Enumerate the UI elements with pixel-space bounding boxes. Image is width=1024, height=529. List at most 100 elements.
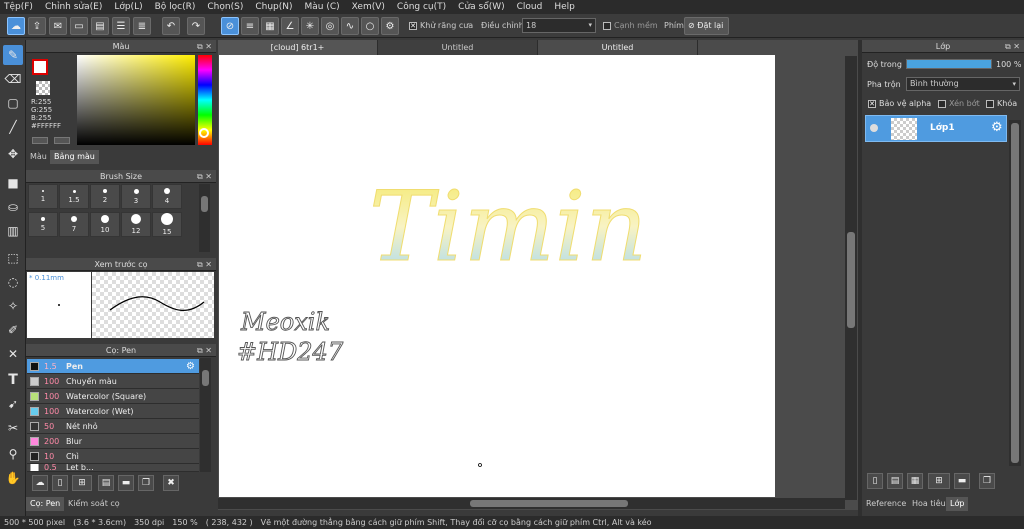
menu-edit[interactable]: Chỉnh sửa(E) bbox=[45, 2, 102, 12]
parallel-snap-icon[interactable]: ≡ bbox=[241, 17, 259, 35]
antialias-toggle[interactable]: ✕ Khử răng cưa bbox=[409, 21, 473, 30]
soft-edge-toggle[interactable]: Cạnh mềm bbox=[603, 21, 658, 30]
export-icon[interactable]: ⇪ bbox=[28, 17, 46, 35]
brush-size-option[interactable]: 3 bbox=[121, 184, 151, 209]
brush-size-option[interactable]: 15 bbox=[152, 212, 182, 237]
settings-snap-icon[interactable]: ⚙ bbox=[381, 17, 399, 35]
folder-icon[interactable]: ▬ bbox=[118, 475, 134, 491]
new-layer-icon[interactable]: ▯ bbox=[867, 473, 883, 489]
menu-tools[interactable]: Công cụ(T) bbox=[397, 2, 446, 12]
background-color-swatch[interactable] bbox=[36, 81, 50, 95]
lock-toggle[interactable]: Khóa bbox=[986, 99, 1017, 108]
add-brush-icon[interactable]: ⊞ bbox=[72, 475, 92, 491]
folder-icon[interactable]: ▬ bbox=[954, 473, 970, 489]
tab-navigator[interactable]: Hoa tiêu bbox=[908, 497, 950, 511]
fill-rect-tool-icon[interactable]: ■ bbox=[3, 173, 23, 193]
menu-cloud[interactable]: Cloud bbox=[517, 2, 543, 12]
reset-button[interactable]: ⊘ Đặt lại bbox=[684, 17, 729, 35]
blend-select[interactable]: Bình thường ▾ bbox=[906, 77, 1020, 91]
brush-size-option[interactable]: 4 bbox=[152, 184, 182, 209]
line-tool-icon[interactable]: ╱ bbox=[3, 117, 23, 137]
tab-layer[interactable]: Lớp bbox=[946, 497, 969, 511]
brush-list-item[interactable]: 200 Blur bbox=[27, 434, 199, 449]
menu-file[interactable]: Tệp(F) bbox=[4, 2, 33, 12]
brush-list-item[interactable]: 100 Chuyển màu bbox=[27, 374, 199, 389]
menu-window[interactable]: Cửa sổ(W) bbox=[458, 2, 504, 12]
doc-tab-cloud[interactable]: [cloud] 6tr1+ bbox=[218, 40, 378, 55]
adjust-select[interactable]: 18 ▾ bbox=[522, 18, 596, 33]
snap-off-icon[interactable]: ⊘ bbox=[221, 17, 239, 35]
list-icon[interactable]: ☰ bbox=[112, 17, 130, 35]
layer-row[interactable]: Lớp1 ⚙ bbox=[865, 115, 1007, 142]
tab-color[interactable]: Màu bbox=[26, 150, 51, 164]
eye-icon[interactable] bbox=[870, 124, 878, 132]
tab-reference[interactable]: Reference bbox=[862, 497, 910, 511]
gear-icon[interactable]: ⚙ bbox=[991, 120, 1003, 135]
bucket-tool-icon[interactable]: ⛀ bbox=[3, 197, 23, 217]
color-mode-button[interactable] bbox=[32, 137, 48, 144]
brush-size-option[interactable]: 2 bbox=[90, 184, 120, 209]
brush-tool-icon[interactable]: ✎ bbox=[3, 45, 23, 65]
chat-icon[interactable]: ✉ bbox=[49, 17, 67, 35]
divide-tool-icon[interactable]: ✂ bbox=[3, 418, 23, 438]
menu-filter[interactable]: Bộ lọc(R) bbox=[155, 2, 196, 12]
eraser-tool-icon[interactable]: ⌫ bbox=[3, 69, 23, 89]
brush-size-option[interactable]: 10 bbox=[90, 212, 120, 237]
drawing-canvas[interactable]: Timin Meoxik #HD247 bbox=[219, 55, 775, 497]
undo-icon[interactable]: ↶ bbox=[162, 17, 180, 35]
panel-close-icon[interactable]: ⧉ ✕ bbox=[197, 40, 212, 53]
panel-close-icon[interactable]: ⧉ ✕ bbox=[1005, 40, 1020, 53]
hand-tool-icon[interactable]: ✋ bbox=[3, 468, 23, 488]
doc-tab-untitled-2[interactable]: Untitled bbox=[538, 40, 698, 55]
brush-list-item[interactable]: 100 Watercolor (Square) bbox=[27, 389, 199, 404]
brush-size-option[interactable]: 1 bbox=[28, 184, 58, 209]
comment-icon[interactable]: ▭ bbox=[70, 17, 88, 35]
saturation-value-picker[interactable] bbox=[77, 55, 195, 145]
panel-close-icon[interactable]: ⧉ ✕ bbox=[197, 170, 212, 183]
menu-help[interactable]: Help bbox=[554, 2, 575, 12]
lasso-tool-icon[interactable]: ◌ bbox=[3, 272, 23, 292]
menu-layer[interactable]: Lớp(L) bbox=[114, 2, 142, 12]
operation-tool-icon[interactable]: ➹ bbox=[3, 394, 23, 414]
select-rect-tool-icon[interactable]: ⬚ bbox=[3, 248, 23, 268]
panel-close-icon[interactable]: ⧉ ✕ bbox=[197, 258, 212, 271]
hue-slider[interactable] bbox=[198, 55, 212, 145]
clip-toggle[interactable]: Xén bớt bbox=[938, 99, 980, 108]
layer-list-icon[interactable]: ≣ bbox=[133, 17, 151, 35]
brush-list-item[interactable]: 0.5 Let b... bbox=[27, 464, 199, 472]
eyedropper-tool-icon[interactable]: ⚲ bbox=[3, 444, 23, 464]
redo-icon[interactable]: ↷ bbox=[187, 17, 205, 35]
doc-tab-untitled-1[interactable]: Untitled bbox=[378, 40, 538, 55]
perspective-snap-icon[interactable]: ∠ bbox=[281, 17, 299, 35]
protect-alpha-toggle[interactable]: ✕ Bảo vệ alpha bbox=[868, 99, 931, 108]
gear-icon[interactable]: ⚙ bbox=[186, 361, 195, 372]
brush-list-item[interactable]: 100 Watercolor (Wet) bbox=[27, 404, 199, 419]
menu-color[interactable]: Màu (C) bbox=[305, 2, 340, 12]
new-layer-3-icon[interactable]: ▦ bbox=[907, 473, 923, 489]
select-pen-tool-icon[interactable]: ✐ bbox=[3, 320, 23, 340]
concentric-snap-icon[interactable]: ◎ bbox=[321, 17, 339, 35]
document-icon[interactable]: ▤ bbox=[91, 17, 109, 35]
brush-size-option[interactable]: 7 bbox=[59, 212, 89, 237]
antialias-checkbox[interactable]: ✕ bbox=[409, 21, 417, 30]
duplicate-layer-icon[interactable]: ❐ bbox=[979, 473, 995, 489]
brush-size-option[interactable]: 5 bbox=[28, 212, 58, 237]
magic-wand-tool-icon[interactable]: ✧ bbox=[3, 296, 23, 316]
brush-settings-icon[interactable]: ▤ bbox=[98, 475, 114, 491]
brush-list-item[interactable]: 50 Nét nhỏ bbox=[27, 419, 199, 434]
add-layer-icon[interactable]: ⊞ bbox=[928, 473, 950, 489]
protect-alpha-checkbox[interactable]: ✕ bbox=[868, 99, 876, 108]
duplicate-icon[interactable]: ❐ bbox=[138, 475, 154, 491]
text-tool-icon[interactable]: T bbox=[3, 370, 23, 390]
panel-close-icon[interactable]: ⧉ ✕ bbox=[197, 344, 212, 357]
canvas-hscroll[interactable] bbox=[218, 498, 845, 509]
opacity-slider[interactable] bbox=[906, 59, 992, 69]
clip-checkbox[interactable] bbox=[938, 99, 946, 108]
canvas-vscroll[interactable] bbox=[845, 56, 857, 500]
curve-snap-icon[interactable]: ∿ bbox=[341, 17, 359, 35]
brush-size-scrollbar[interactable] bbox=[199, 184, 210, 252]
lock-checkbox[interactable] bbox=[986, 99, 994, 108]
menu-select[interactable]: Chọn(S) bbox=[207, 2, 243, 12]
brush-list-item[interactable]: 1.5 Pen ⚙ bbox=[27, 359, 199, 374]
circle-snap-icon[interactable]: ○ bbox=[361, 17, 379, 35]
